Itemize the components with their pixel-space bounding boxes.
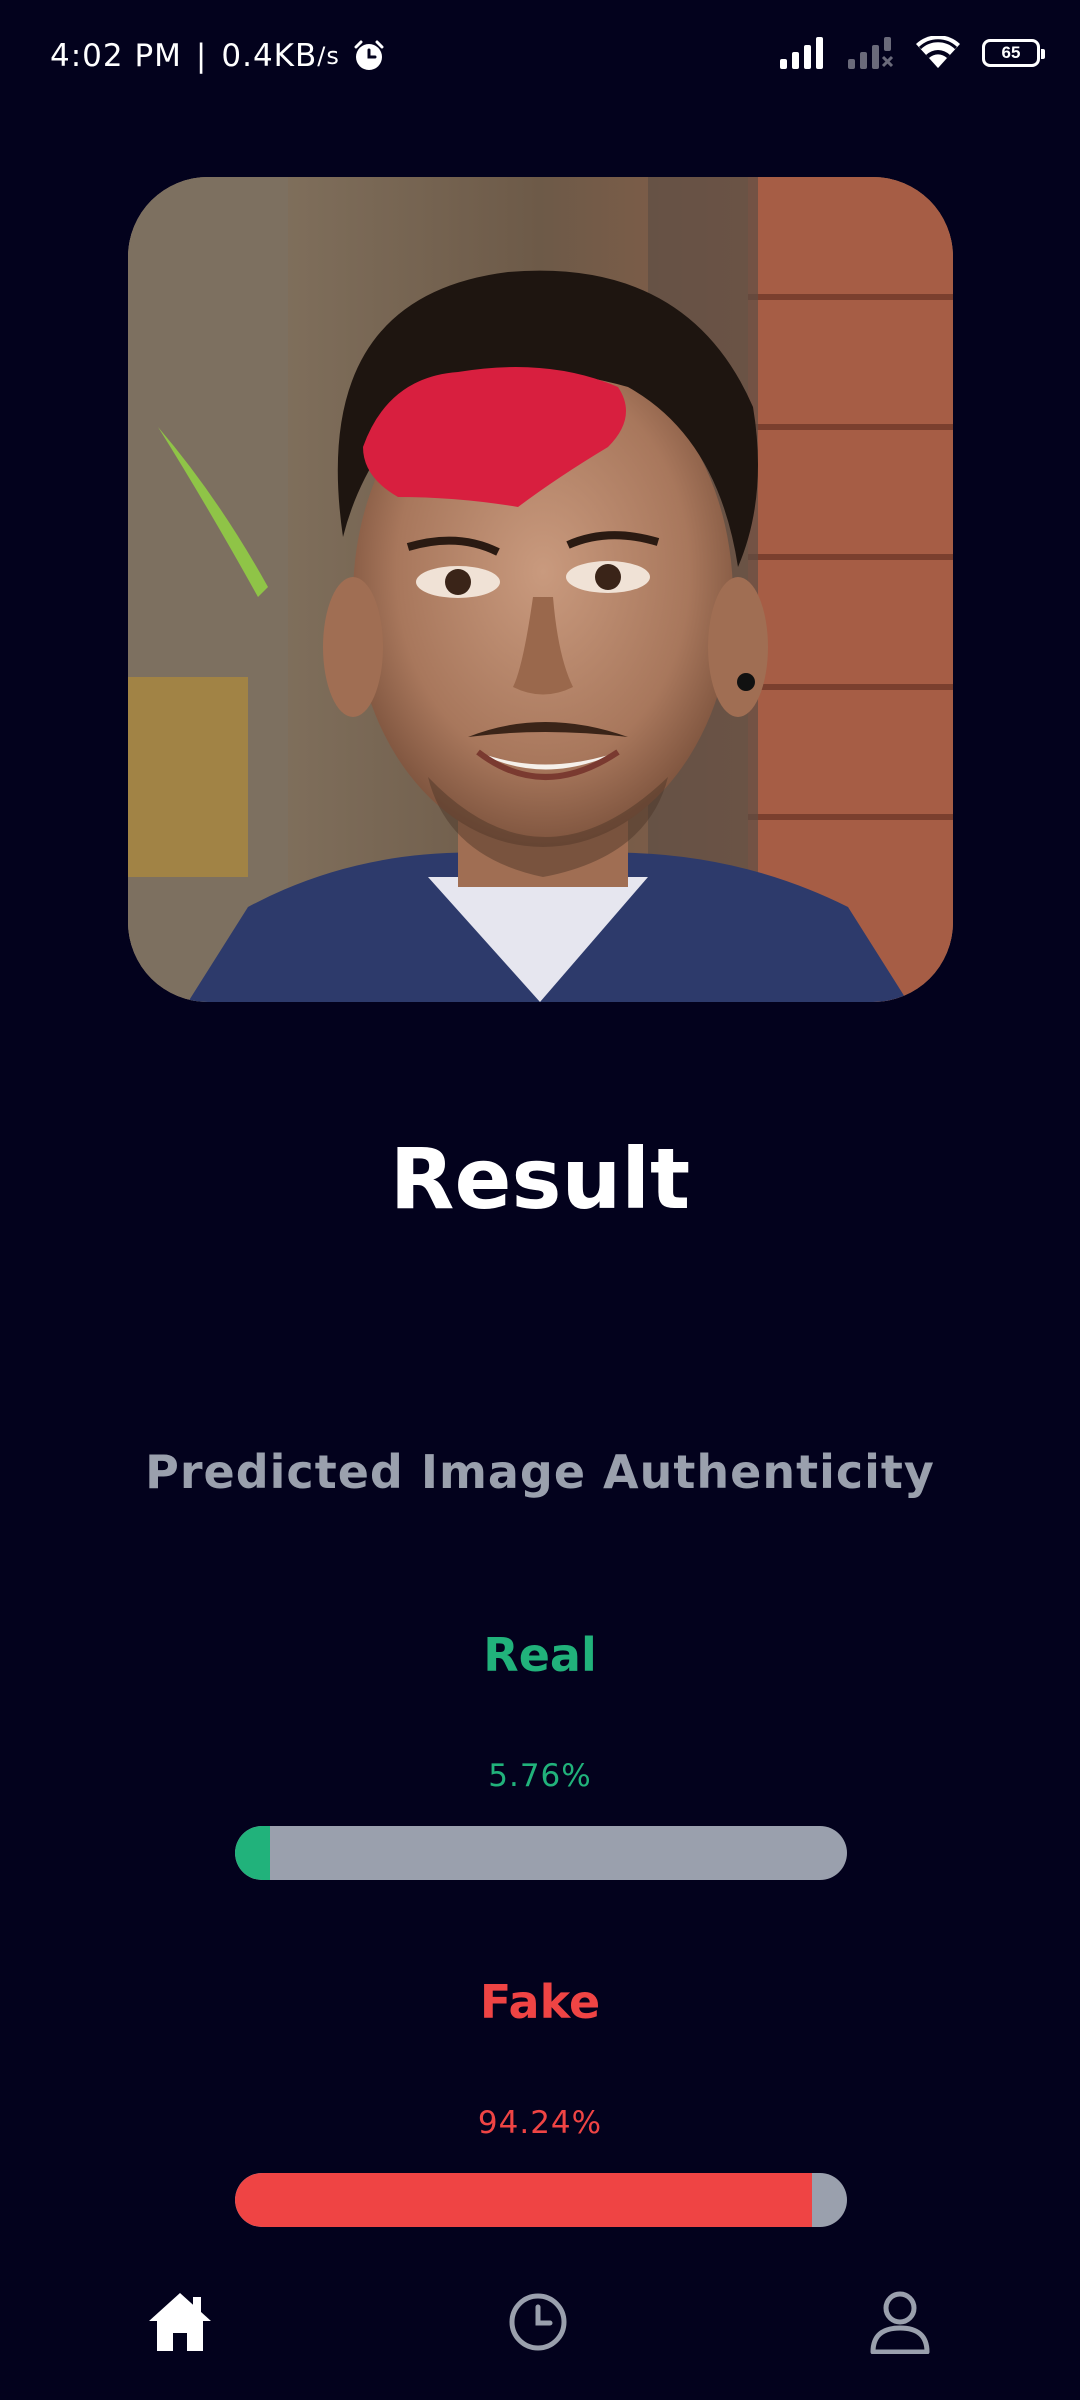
status-separator: | [195,38,208,74]
face-photo-illustration [128,177,953,1002]
network-speed-unit: /s [317,42,340,70]
fake-progress-fill [235,2173,812,2227]
battery-level: 65 [1001,43,1021,62]
status-right: 65 [780,36,1045,70]
status-bar: 4:02 PM | 0.4KB/s 65 [0,0,1080,120]
alarm-icon [354,40,384,70]
nav-profile[interactable] [860,2282,940,2362]
bottom-nav [0,2262,1080,2400]
real-label: Real [483,1628,597,1682]
home-icon [149,2293,211,2351]
network-speed: 0.4KB [221,38,318,74]
fake-progress-bar [235,2173,847,2227]
real-percentage: 5.76% [488,1758,592,1794]
wifi-icon [916,36,960,68]
face-photo [128,177,953,1002]
fake-label: Fake [479,1975,601,2029]
real-progress-fill [235,1826,271,1880]
signal-no-service-icon [848,37,894,69]
result-title: Result [389,1130,691,1228]
predicted-authenticity-heading: Predicted Image Authenticity [145,1445,935,1499]
status-time: 4:02 PM [50,38,182,74]
battery-icon: 65 [982,39,1045,67]
user-icon [870,2291,930,2354]
nav-home[interactable] [140,2282,220,2362]
real-progress-bar [235,1826,847,1880]
fake-percentage: 94.24% [477,2105,603,2141]
clock-icon [509,2293,567,2351]
status-left: 4:02 PM | 0.4KB/s [50,38,386,74]
signal-icon [780,37,823,69]
nav-history[interactable] [498,2282,578,2362]
